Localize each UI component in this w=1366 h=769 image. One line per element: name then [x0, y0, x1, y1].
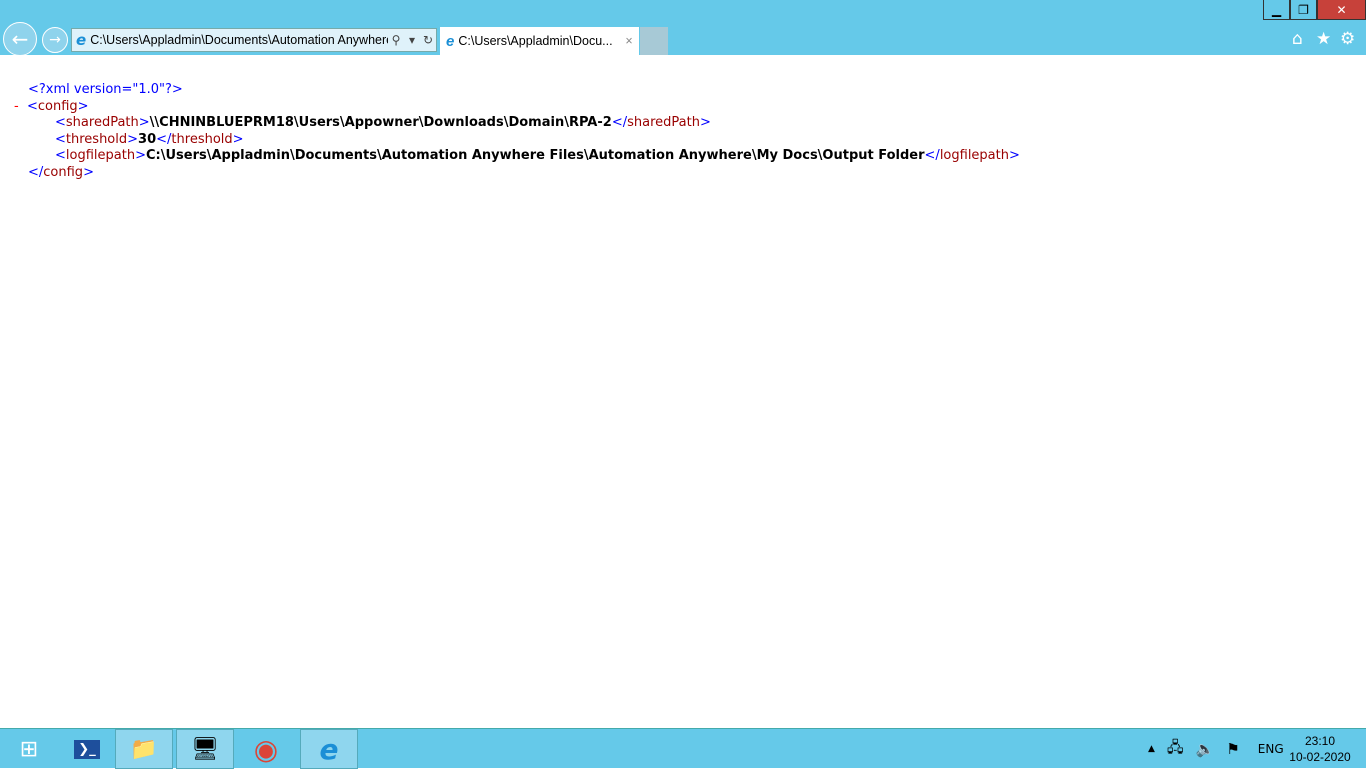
- bracket: >: [1008, 148, 1020, 163]
- bracket: <: [55, 131, 66, 147]
- minimize-button[interactable]: ▁: [1263, 0, 1290, 20]
- refresh-icon[interactable]: ↻: [420, 33, 436, 47]
- favorites-icon[interactable]: ★: [1316, 29, 1331, 49]
- maximize-button[interactable]: ❐: [1290, 0, 1317, 20]
- tab-close-icon[interactable]: ×: [619, 34, 639, 48]
- taskbar: ⊞ ❯_ 📁 🖥 ◉ e ▲ 🖧 🔈 ⚑ ENG 23:10 10-02-202…: [0, 728, 1366, 769]
- title-bar: ▁ ❐ ✕ ← → e C:\Users\Appladmin\Documents…: [0, 0, 1366, 56]
- chrome-icon: ◉: [253, 732, 279, 766]
- start-button[interactable]: ⊞: [0, 729, 58, 769]
- action-center-flag-icon[interactable]: ⚑: [1226, 740, 1239, 758]
- bracket: </: [611, 115, 628, 130]
- ie-page-icon: e: [76, 31, 87, 49]
- value: C:\Users\Appladmin\Documents\Automation …: [145, 148, 925, 163]
- clock-time: 23:10: [1304, 734, 1336, 748]
- tag: threshold: [65, 131, 128, 147]
- clock[interactable]: 23:10 10-02-2020: [1285, 733, 1355, 765]
- ie-icon: e: [319, 732, 339, 766]
- xml-declaration: <?xml version="1.0"?>: [28, 82, 183, 97]
- bracket: >: [127, 131, 139, 147]
- system-tray: ▲ 🖧 🔈 ⚑ ENG: [1148, 729, 1284, 769]
- explorer-taskbar-button[interactable]: 📁: [115, 729, 173, 769]
- server-manager-taskbar-button[interactable]: 🖥: [176, 729, 234, 769]
- tag: sharedPath: [627, 115, 700, 130]
- show-hidden-icons[interactable]: ▲: [1148, 744, 1155, 754]
- ie-tab-icon: e: [446, 32, 455, 50]
- bracket: >: [232, 131, 244, 147]
- bracket: <: [26, 98, 38, 114]
- tab-active[interactable]: e C:\Users\Appladmin\Docu... ×: [440, 27, 639, 55]
- bracket: </: [156, 131, 172, 147]
- server-manager-icon: 🖥: [191, 736, 219, 762]
- bracket: >: [77, 98, 89, 114]
- bracket: >: [135, 148, 146, 163]
- value: \\CHNINBLUEPRM18\Users\Appowner\Download…: [149, 115, 612, 130]
- gear-icon[interactable]: ⚙: [1340, 29, 1355, 49]
- bracket: <: [55, 148, 66, 163]
- value: 30: [138, 131, 157, 147]
- bracket: >: [138, 115, 150, 130]
- address-input[interactable]: C:\Users\Appladmin\Documents\Automation …: [90, 33, 388, 47]
- volume-muted-icon[interactable]: 🔈: [1196, 740, 1215, 758]
- ie-taskbar-button[interactable]: e: [300, 729, 358, 769]
- xml-view: <?xml version="1.0"?> - <config> <shared…: [0, 82, 1020, 181]
- search-icon[interactable]: ⚲: [388, 33, 404, 47]
- tab-title: C:\Users\Appladmin\Docu...: [458, 34, 613, 48]
- new-tab-button[interactable]: [640, 27, 668, 55]
- forward-button[interactable]: →: [42, 27, 68, 53]
- back-button[interactable]: ←: [3, 22, 37, 56]
- root-tag: config: [37, 98, 78, 114]
- powershell-icon: ❯_: [74, 739, 100, 759]
- powershell-taskbar-button[interactable]: ❯_: [58, 729, 116, 769]
- clock-date: 10-02-2020: [1289, 750, 1351, 764]
- xml-element-logfilepath: <logfilepath>C:\Users\Appladmin\Document…: [0, 148, 1020, 165]
- network-icon[interactable]: 🖧: [1167, 737, 1184, 762]
- bracket: <: [55, 115, 66, 130]
- xml-element-sharedpath: <sharedPath>\\CHNINBLUEPRM18\Users\Appow…: [0, 115, 1020, 132]
- bracket: >: [699, 115, 711, 130]
- bracket: </: [924, 148, 940, 163]
- folder-icon: 📁: [130, 736, 158, 762]
- root-close-tag: config: [43, 164, 84, 180]
- tag: logfilepath: [939, 148, 1009, 163]
- tag: sharedPath: [65, 115, 139, 130]
- bracket: >: [83, 164, 94, 180]
- tag: threshold: [171, 131, 233, 147]
- language-indicator[interactable]: ENG: [1258, 742, 1284, 756]
- xml-element-threshold: <threshold>30</threshold>: [0, 132, 1020, 149]
- home-icon[interactable]: ⌂: [1292, 29, 1303, 49]
- tag: logfilepath: [65, 148, 136, 163]
- dropdown-icon[interactable]: ▾: [404, 33, 420, 47]
- chrome-taskbar-button[interactable]: ◉: [237, 729, 295, 769]
- collapse-toggle[interactable]: -: [14, 99, 19, 114]
- close-button[interactable]: ✕: [1317, 0, 1366, 20]
- address-bar[interactable]: e C:\Users\Appladmin\Documents\Automatio…: [71, 28, 437, 52]
- bracket: </: [28, 164, 44, 180]
